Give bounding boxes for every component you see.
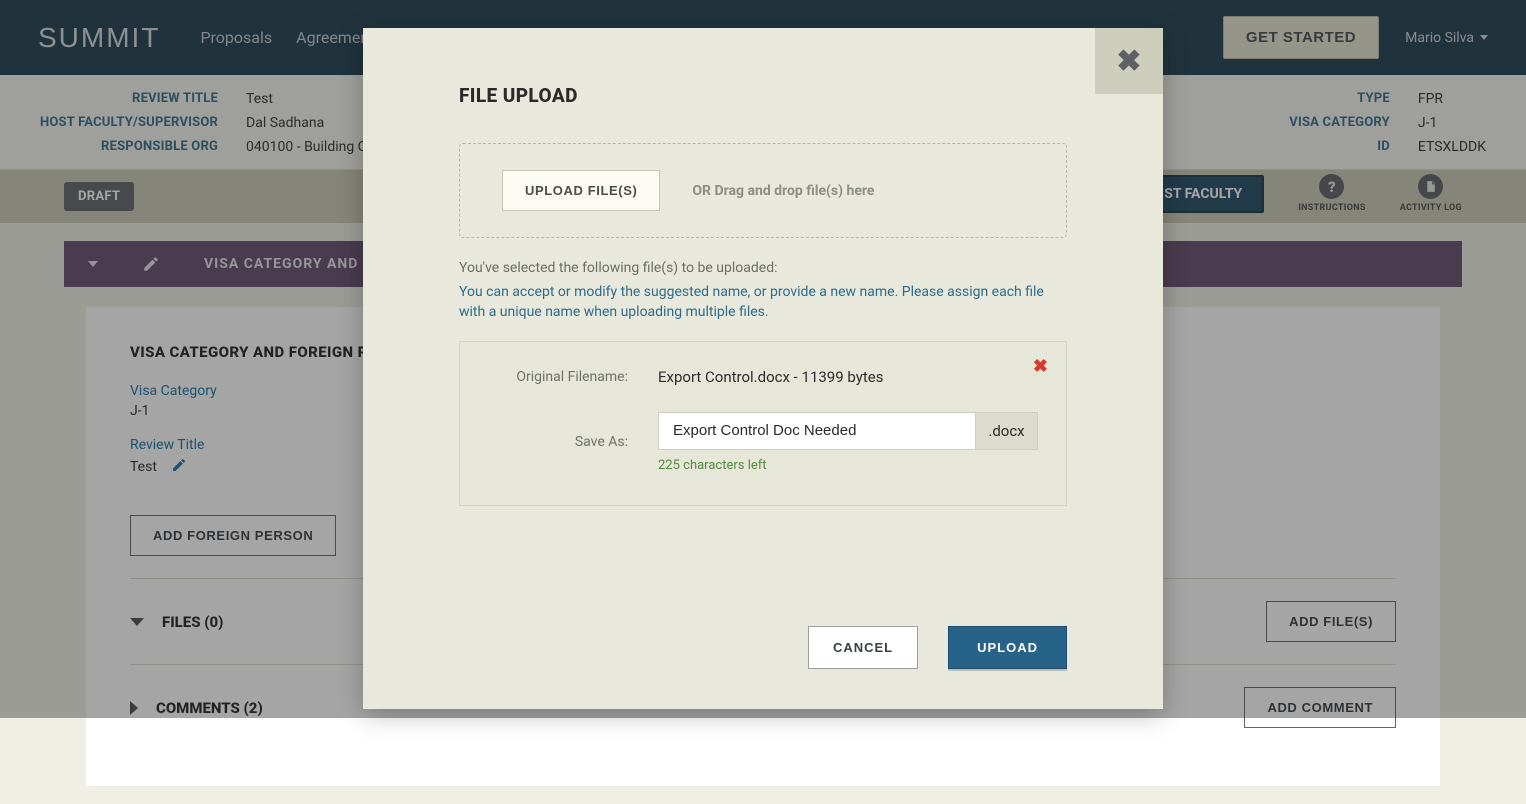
selected-file-box: ✖ Original Filename: Export Control.docx… bbox=[459, 341, 1067, 506]
drop-zone[interactable]: UPLOAD FILE(S) OR Drag and drop file(s) … bbox=[459, 143, 1067, 238]
drop-hint: OR Drag and drop file(s) here bbox=[692, 183, 874, 199]
original-filename-label: Original Filename: bbox=[488, 369, 628, 385]
save-as-input[interactable] bbox=[658, 412, 976, 450]
upload-button[interactable]: UPLOAD bbox=[948, 626, 1067, 669]
file-extension: .docx bbox=[976, 412, 1038, 450]
file-upload-modal: ✖ FILE UPLOAD UPLOAD FILE(S) OR Drag and… bbox=[363, 28, 1163, 709]
upload-files-button[interactable]: UPLOAD FILE(S) bbox=[502, 170, 660, 211]
characters-left: 225 characters left bbox=[658, 458, 1038, 473]
close-icon[interactable]: ✖ bbox=[1095, 28, 1163, 94]
original-filename-value: Export Control.docx - 11399 bytes bbox=[658, 368, 1038, 386]
save-as-label: Save As: bbox=[488, 434, 628, 450]
cancel-button[interactable]: CANCEL bbox=[808, 626, 918, 669]
modal-title: FILE UPLOAD bbox=[459, 84, 1067, 107]
upload-helper-selected: You've selected the following file(s) to… bbox=[459, 260, 1067, 276]
remove-file-icon[interactable]: ✖ bbox=[1033, 356, 1048, 377]
upload-helper-naming: You can accept or modify the suggested n… bbox=[459, 282, 1067, 323]
